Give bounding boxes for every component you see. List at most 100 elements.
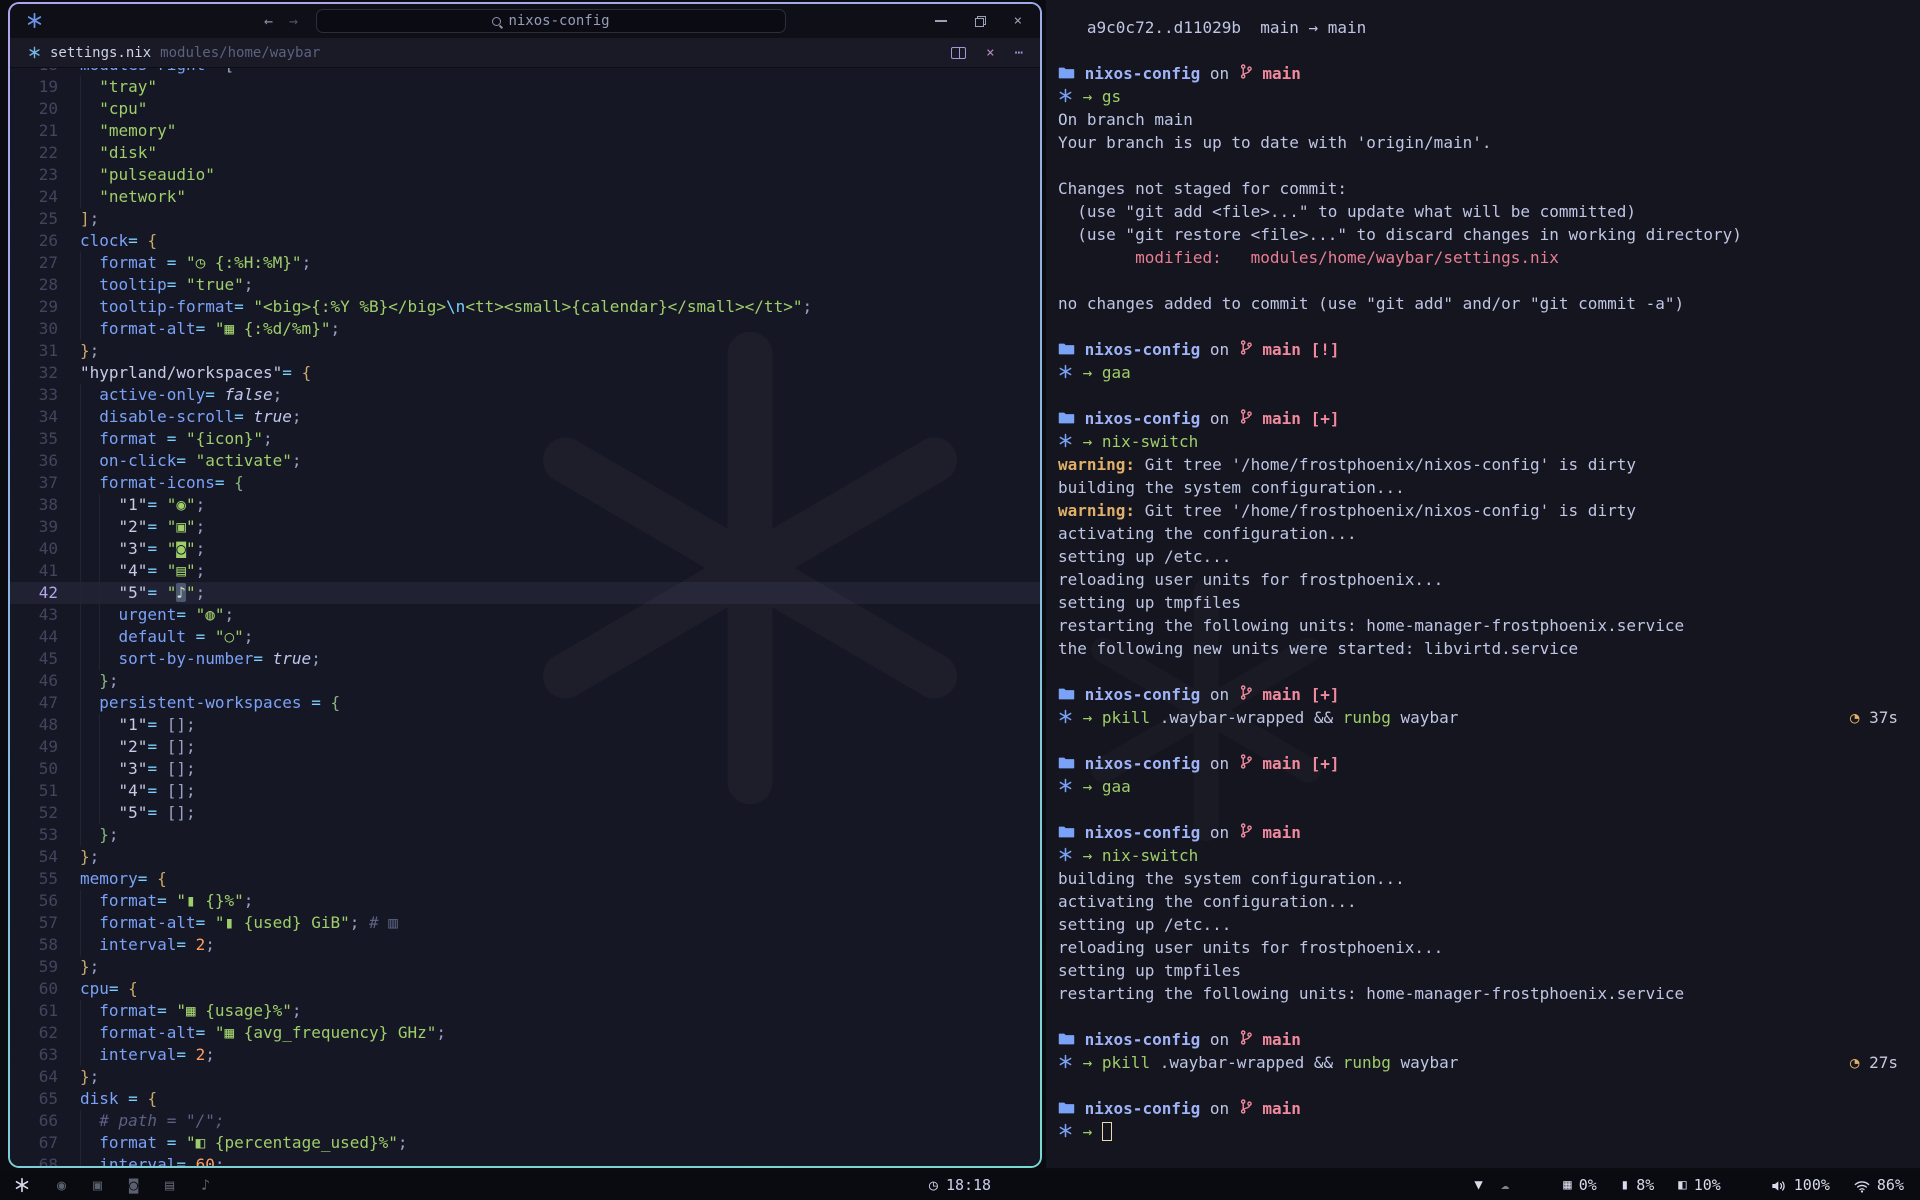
tab-more-icon[interactable]: ⋯ bbox=[1015, 45, 1024, 61]
workspace-firefox-icon[interactable]: ◉ bbox=[57, 1176, 66, 1194]
code-line[interactable]: 65disk = { bbox=[10, 1088, 1040, 1110]
back-icon[interactable]: ← bbox=[264, 12, 273, 30]
memory-module[interactable]: ▮8% bbox=[1621, 1176, 1655, 1194]
code-line[interactable]: 56format= "▮ {}%"; bbox=[10, 890, 1040, 912]
taskbar-clock[interactable]: ◷ 18:18 bbox=[929, 1176, 991, 1194]
code-line[interactable]: 58interval= 2; bbox=[10, 934, 1040, 956]
workspace-terminal-icon[interactable]: ▣ bbox=[93, 1176, 102, 1194]
terminal-line: a9c0c72..d11029b main → main bbox=[1058, 16, 1904, 39]
volume-module[interactable]: 100% bbox=[1771, 1176, 1830, 1194]
code-line[interactable]: 47persistent-workspaces = { bbox=[10, 692, 1040, 714]
code-line[interactable]: 42"5"= "♪"; bbox=[10, 582, 1040, 604]
tab-settings-nix[interactable]: settings.nix modules/home/waybar bbox=[10, 38, 338, 67]
workspace-notes-icon[interactable]: ▤ bbox=[165, 1176, 174, 1194]
code-line[interactable]: 20"cpu" bbox=[10, 98, 1040, 120]
code-line[interactable]: 49"2"= []; bbox=[10, 736, 1040, 758]
close-button[interactable]: × bbox=[1014, 13, 1022, 29]
code-line[interactable]: 28tooltip= "true"; bbox=[10, 274, 1040, 296]
code-line[interactable]: 32"hyprland/workspaces"= { bbox=[10, 362, 1040, 384]
code-line[interactable]: 62format-alt= "▦ {avg_frequency} GHz"; bbox=[10, 1022, 1040, 1044]
code-line[interactable]: 37format-icons= { bbox=[10, 472, 1040, 494]
wifi-module[interactable]: 86% bbox=[1854, 1176, 1904, 1194]
terminal-window[interactable]: a9c0c72..d11029b main → main nixos-confi… bbox=[1046, 0, 1920, 1168]
code-line[interactable]: 50"3"= []; bbox=[10, 758, 1040, 780]
nix-launcher-icon[interactable] bbox=[14, 1177, 30, 1193]
disk-module[interactable]: ◧10% bbox=[1678, 1176, 1721, 1194]
line-number: 51 bbox=[10, 780, 58, 802]
terminal-line: → nix-switch bbox=[1058, 844, 1904, 867]
code-line[interactable]: 26clock= { bbox=[10, 230, 1040, 252]
workspace-music-icon[interactable]: ♪ bbox=[201, 1176, 210, 1194]
folder-icon bbox=[1058, 686, 1075, 700]
code-line[interactable]: 31}; bbox=[10, 340, 1040, 362]
code-line[interactable]: 27format = "◷ {:%H:%M}"; bbox=[10, 252, 1040, 274]
line-text: format-alt= "▦ {:%d/%m}"; bbox=[58, 318, 340, 340]
editor-titlebar[interactable]: ← → nixos-config × bbox=[10, 4, 1040, 38]
branch-icon bbox=[1239, 338, 1253, 355]
cpu-module[interactable]: ▦0% bbox=[1563, 1176, 1597, 1194]
tab-close-icon[interactable]: × bbox=[986, 45, 994, 61]
tray-shield-icon[interactable]: ▼ bbox=[1474, 1177, 1482, 1193]
code-line[interactable]: 54}; bbox=[10, 846, 1040, 868]
code-editor[interactable]: 18modules-right= [19"tray"20"cpu"21"memo… bbox=[10, 68, 1040, 1166]
code-line[interactable]: 23"pulseaudio" bbox=[10, 164, 1040, 186]
code-line[interactable]: 59}; bbox=[10, 956, 1040, 978]
branch-icon bbox=[1239, 752, 1253, 769]
code-line[interactable]: 34disable-scroll= true; bbox=[10, 406, 1040, 428]
code-line[interactable]: 57format-alt= "▮ {used} GiB"; # ▥ bbox=[10, 912, 1040, 934]
code-line[interactable]: 38"1"= "◉"; bbox=[10, 494, 1040, 516]
code-line[interactable]: 55memory= { bbox=[10, 868, 1040, 890]
code-line[interactable]: 51"4"= []; bbox=[10, 780, 1040, 802]
code-line[interactable]: 18modules-right= [ bbox=[10, 68, 1040, 76]
code-line[interactable]: 30format-alt= "▦ {:%d/%m}"; bbox=[10, 318, 1040, 340]
search-value: nixos-config bbox=[508, 13, 609, 29]
code-line[interactable]: 22"disk" bbox=[10, 142, 1040, 164]
line-text: format = "◷ {:%H:%M}"; bbox=[58, 252, 311, 274]
line-number: 67 bbox=[10, 1132, 58, 1154]
code-line[interactable]: 35format = "{icon}"; bbox=[10, 428, 1040, 450]
code-line[interactable]: 19"tray" bbox=[10, 76, 1040, 98]
code-line[interactable]: 63interval= 2; bbox=[10, 1044, 1040, 1066]
code-line[interactable]: 21"memory" bbox=[10, 120, 1040, 142]
code-line[interactable]: 68interval= 60; bbox=[10, 1154, 1040, 1166]
command-duration: ◔ 37s bbox=[1850, 706, 1898, 729]
workspace-discord-icon[interactable]: ◙ bbox=[129, 1176, 138, 1194]
code-line[interactable]: 33active-only= false; bbox=[10, 384, 1040, 406]
code-line[interactable]: 52"5"= []; bbox=[10, 802, 1040, 824]
split-pane-icon[interactable] bbox=[951, 47, 966, 59]
code-line[interactable]: 29tooltip-format= "<big>{:%Y %B}</big>\n… bbox=[10, 296, 1040, 318]
restore-button[interactable] bbox=[975, 16, 986, 27]
code-line[interactable]: 66# path = "/"; bbox=[10, 1110, 1040, 1132]
code-line[interactable]: 44default = "○"; bbox=[10, 626, 1040, 648]
code-line[interactable]: 24"network" bbox=[10, 186, 1040, 208]
terminal-output: a9c0c72..d11029b main → main nixos-confi… bbox=[1058, 16, 1904, 1143]
code-line[interactable]: 64}; bbox=[10, 1066, 1040, 1088]
line-number: 21 bbox=[10, 120, 58, 142]
line-text: on-click= "activate"; bbox=[58, 450, 302, 472]
code-line[interactable]: 45sort-by-number= true; bbox=[10, 648, 1040, 670]
terminal-line: setting up tmpfiles bbox=[1058, 591, 1904, 614]
line-text: }; bbox=[58, 824, 119, 846]
line-text: "network" bbox=[58, 186, 186, 208]
line-number: 68 bbox=[10, 1154, 58, 1166]
code-line[interactable]: 67format = "◧ {percentage_used}%"; bbox=[10, 1132, 1040, 1154]
tray-cloud-icon[interactable]: ☁ bbox=[1501, 1177, 1509, 1193]
code-line[interactable]: 36on-click= "activate"; bbox=[10, 450, 1040, 472]
line-number: 64 bbox=[10, 1066, 58, 1088]
code-line[interactable]: 53}; bbox=[10, 824, 1040, 846]
project-search-input[interactable]: nixos-config bbox=[316, 9, 786, 33]
code-line[interactable]: 60cpu= { bbox=[10, 978, 1040, 1000]
memory-value: 8% bbox=[1636, 1176, 1654, 1194]
forward-icon[interactable]: → bbox=[289, 12, 298, 30]
code-line[interactable]: 46}; bbox=[10, 670, 1040, 692]
code-line[interactable]: 48"1"= []; bbox=[10, 714, 1040, 736]
code-line[interactable]: 39"2"= "▣"; bbox=[10, 516, 1040, 538]
line-number: 38 bbox=[10, 494, 58, 516]
code-line[interactable]: 40"3"= "◙"; bbox=[10, 538, 1040, 560]
line-text: urgent= "◍"; bbox=[58, 604, 234, 626]
minimize-button[interactable] bbox=[935, 20, 947, 22]
code-line[interactable]: 41"4"= "▤"; bbox=[10, 560, 1040, 582]
code-line[interactable]: 43urgent= "◍"; bbox=[10, 604, 1040, 626]
code-line[interactable]: 61format= "▦ {usage}%"; bbox=[10, 1000, 1040, 1022]
code-line[interactable]: 25]; bbox=[10, 208, 1040, 230]
